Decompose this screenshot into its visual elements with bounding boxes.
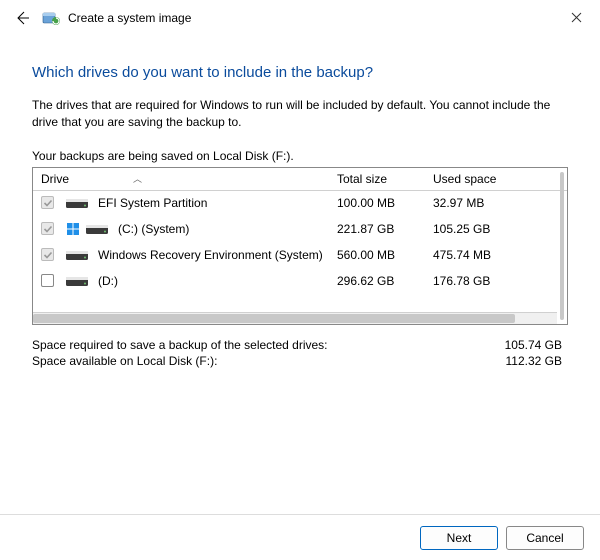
col-header-total[interactable]: Total size (337, 172, 433, 186)
drive-icon (66, 274, 88, 288)
close-button[interactable] (563, 6, 590, 30)
windows-logo-icon (66, 222, 80, 236)
space-required-value: 105.74 GB (505, 338, 562, 352)
drive-label: (D:) (98, 274, 337, 288)
drive-label: (C:) (System) (118, 222, 337, 236)
drive-total-size: 221.87 GB (337, 222, 433, 236)
col-header-used[interactable]: Used space (433, 172, 567, 186)
drive-used-space: 105.25 GB (433, 222, 557, 236)
drive-checkbox (41, 248, 54, 261)
drive-checkbox[interactable] (41, 274, 54, 287)
drive-icon (86, 222, 108, 236)
drive-label: Windows Recovery Environment (System) (98, 248, 337, 262)
window-title: Create a system image (68, 11, 191, 25)
cancel-button[interactable]: Cancel (506, 526, 584, 550)
vertical-scrollbar[interactable] (560, 172, 564, 320)
drive-icon (66, 196, 88, 210)
drive-checkbox (41, 196, 54, 209)
titlebar: Create a system image (0, 0, 600, 36)
footer: Next Cancel (0, 514, 600, 560)
app-icon (42, 9, 60, 27)
sort-indicator-icon: ︿ (133, 172, 142, 185)
drive-total-size: 560.00 MB (337, 248, 433, 262)
saving-location-text: Your backups are being saved on Local Di… (32, 149, 568, 163)
space-required-label: Space required to save a backup of the s… (32, 338, 328, 352)
drive-icon (66, 248, 88, 262)
table-row: (C:) (System)221.87 GB105.25 GB (33, 216, 557, 242)
table-row: Windows Recovery Environment (System)560… (33, 242, 557, 268)
table-row[interactable]: (D:)296.62 GB176.78 GB (33, 268, 557, 294)
table-header[interactable]: Drive ︿ Total size Used space (33, 168, 567, 191)
drive-label: EFI System Partition (98, 196, 337, 210)
back-button[interactable] (12, 8, 32, 28)
page-description: The drives that are required for Windows… (32, 97, 568, 131)
space-available-label: Space available on Local Disk (F:): (32, 354, 217, 368)
drive-total-size: 100.00 MB (337, 196, 433, 210)
drive-used-space: 475.74 MB (433, 248, 557, 262)
summary: Space required to save a backup of the s… (32, 337, 568, 369)
drive-checkbox (41, 222, 54, 235)
col-header-drive[interactable]: Drive (41, 172, 69, 186)
horizontal-scrollbar[interactable] (33, 312, 557, 324)
space-available-value: 112.32 GB (506, 354, 562, 368)
next-button[interactable]: Next (420, 526, 498, 550)
table-row: EFI System Partition100.00 MB32.97 MB (33, 190, 557, 216)
content-area: Which drives do you want to include in t… (0, 36, 600, 369)
drive-used-space: 32.97 MB (433, 196, 557, 210)
drives-table: Drive ︿ Total size Used space EFI System … (32, 167, 568, 325)
drive-used-space: 176.78 GB (433, 274, 557, 288)
drive-total-size: 296.62 GB (337, 274, 433, 288)
page-heading: Which drives do you want to include in t… (32, 64, 568, 81)
